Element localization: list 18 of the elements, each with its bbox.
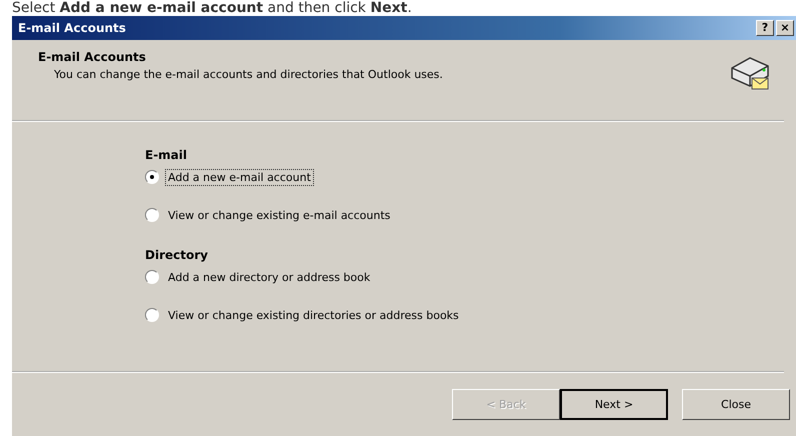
close-button[interactable]: Close xyxy=(682,389,790,420)
option-label[interactable]: View or change existing e-mail accounts xyxy=(165,206,394,224)
help-button[interactable]: ? xyxy=(756,20,774,36)
group-label: E-mail xyxy=(145,148,188,162)
window-title: E-mail Accounts xyxy=(18,21,126,35)
radio-button[interactable] xyxy=(145,170,159,184)
instruction-text: Select Add a new e-mail account and then click Next. xyxy=(11,0,413,16)
radio-button[interactable] xyxy=(145,308,159,322)
next-button[interactable]: Next > xyxy=(560,389,668,420)
close-button[interactable]: × xyxy=(776,20,794,36)
group-label: Directory xyxy=(145,248,209,262)
option-label[interactable]: Add a new e-mail account xyxy=(165,168,314,186)
option-label[interactable]: Add a new directory or address book xyxy=(165,268,374,286)
radio-button[interactable] xyxy=(145,270,159,284)
header-title: E-mail Accounts xyxy=(38,50,147,64)
header-subtitle: You can change the e-mail accounts and directories that Outlook uses. xyxy=(53,68,443,81)
option-label[interactable]: View or change existing directories or address books xyxy=(165,306,462,324)
radio-button[interactable] xyxy=(145,208,159,222)
